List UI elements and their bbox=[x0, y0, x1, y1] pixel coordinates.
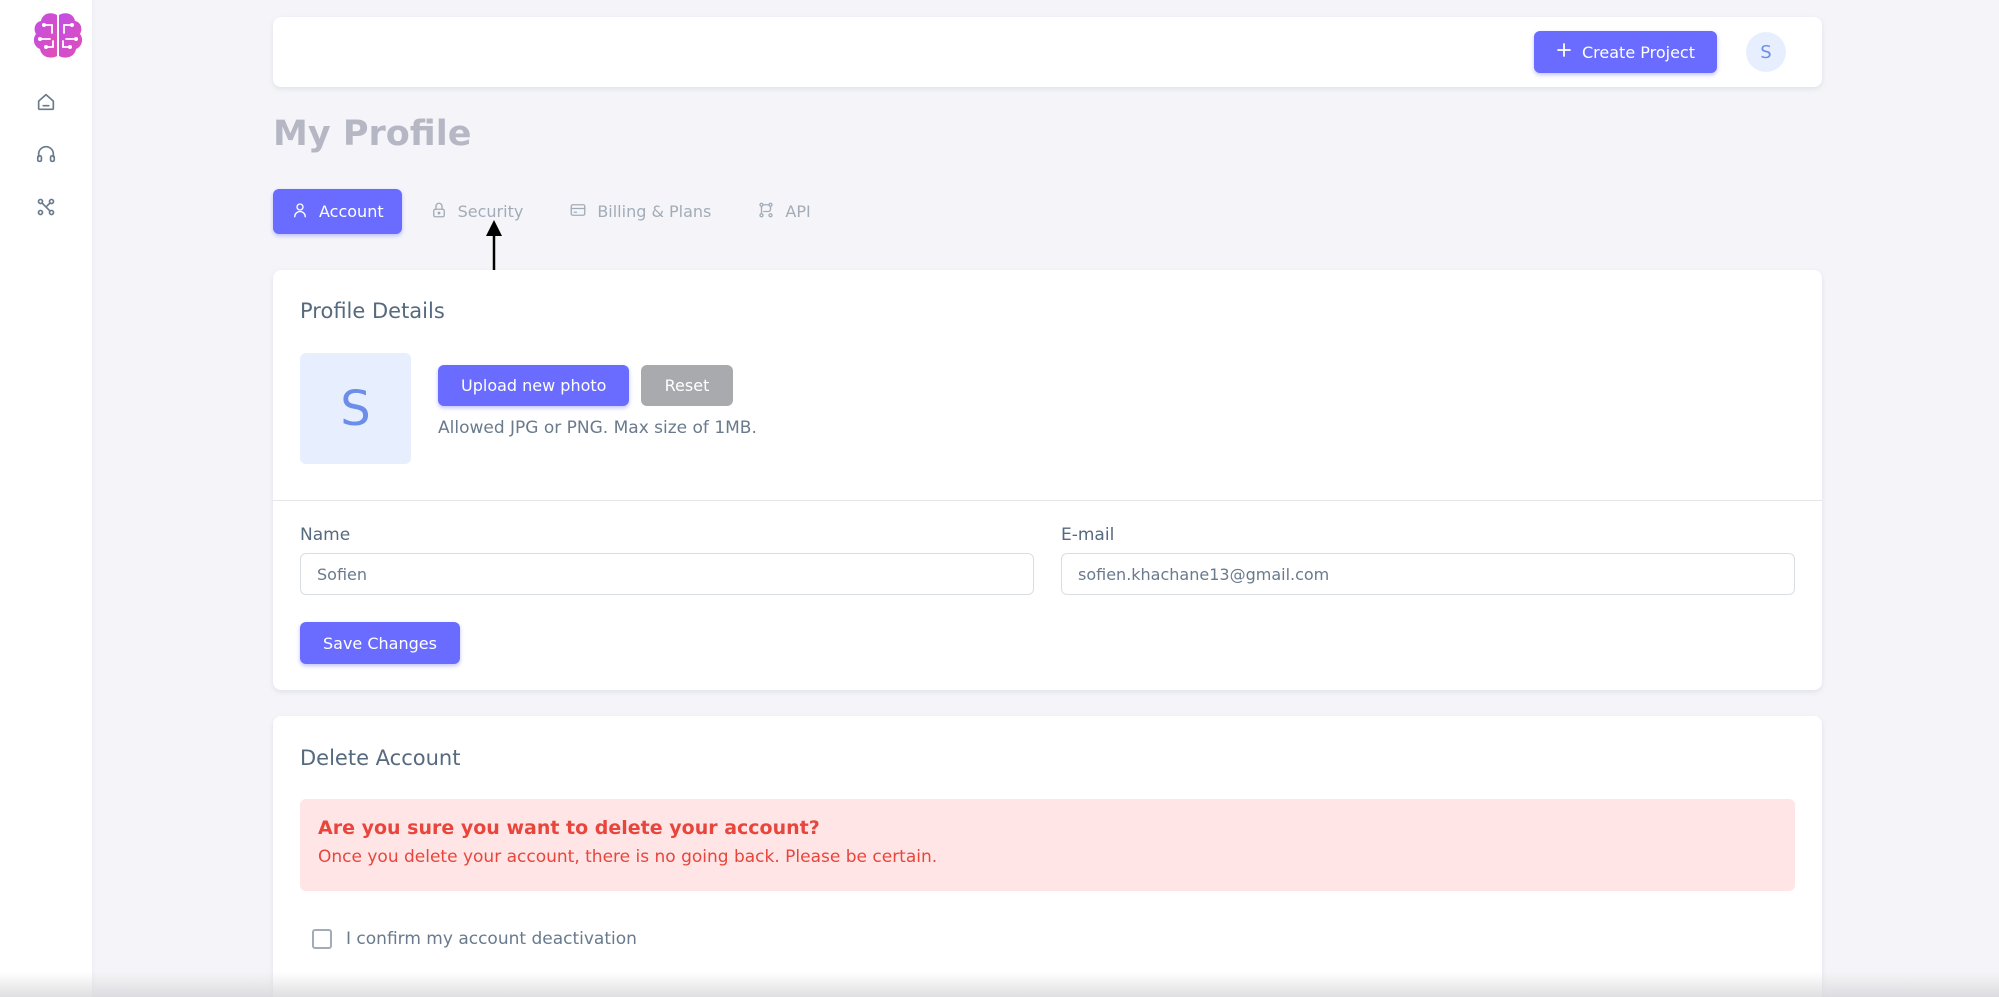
bottom-shadow bbox=[0, 972, 1999, 997]
brain-logo-icon[interactable] bbox=[30, 9, 86, 63]
nodes-icon[interactable] bbox=[33, 194, 59, 220]
tab-api[interactable]: API bbox=[739, 189, 828, 234]
email-input[interactable] bbox=[1061, 553, 1795, 595]
delete-account-title: Delete Account bbox=[300, 746, 461, 770]
name-input[interactable] bbox=[300, 553, 1034, 595]
tab-account[interactable]: Account bbox=[273, 189, 402, 234]
api-icon bbox=[757, 201, 775, 223]
save-changes-button[interactable]: Save Changes bbox=[300, 622, 460, 664]
photo-hint: Allowed JPG or PNG. Max size of 1MB. bbox=[438, 418, 757, 438]
create-project-button[interactable]: Create Project bbox=[1534, 31, 1717, 73]
tab-api-label: API bbox=[785, 202, 811, 221]
page-title: My Profile bbox=[273, 114, 472, 154]
delete-account-card: Delete Account Are you sure you want to … bbox=[273, 716, 1822, 997]
confirm-deactivation: I confirm my account deactivation bbox=[312, 929, 637, 949]
lock-icon bbox=[430, 201, 448, 223]
name-label: Name bbox=[300, 525, 351, 545]
tab-billing[interactable]: Billing & Plans bbox=[551, 189, 729, 234]
delete-warning-alert: Are you sure you want to delete your acc… bbox=[300, 799, 1795, 891]
alert-title: Are you sure you want to delete your acc… bbox=[318, 817, 820, 839]
sidebar bbox=[0, 0, 92, 997]
headphones-icon[interactable] bbox=[33, 141, 59, 167]
profile-tabs: Account Security Billing & Plans API bbox=[273, 189, 829, 234]
user-avatar[interactable]: S bbox=[1746, 32, 1786, 72]
profile-photo: S bbox=[300, 353, 411, 464]
tab-account-label: Account bbox=[319, 202, 384, 221]
reset-photo-button[interactable]: Reset bbox=[641, 365, 733, 406]
tab-billing-label: Billing & Plans bbox=[597, 202, 712, 221]
top-navbar: Create Project S bbox=[273, 17, 1822, 87]
profile-details-title: Profile Details bbox=[300, 299, 445, 323]
confirm-label: I confirm my account deactivation bbox=[346, 929, 637, 949]
upload-photo-button[interactable]: Upload new photo bbox=[438, 365, 630, 406]
credit-card-icon bbox=[569, 201, 587, 223]
confirm-checkbox[interactable] bbox=[312, 929, 332, 949]
user-icon bbox=[291, 201, 309, 223]
create-project-label: Create Project bbox=[1582, 42, 1695, 62]
home-icon[interactable] bbox=[33, 89, 59, 115]
tab-security[interactable]: Security bbox=[412, 189, 542, 234]
divider bbox=[273, 500, 1822, 501]
profile-details-card: Profile Details S Upload new photo Reset… bbox=[273, 270, 1822, 690]
email-label: E-mail bbox=[1061, 525, 1115, 545]
plus-icon bbox=[1556, 42, 1572, 62]
alert-text: Once you delete your account, there is n… bbox=[318, 847, 938, 867]
